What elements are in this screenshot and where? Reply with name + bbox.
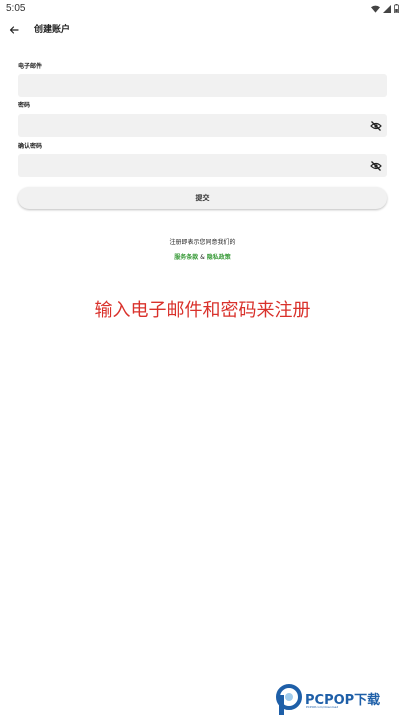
password-field[interactable] [18, 114, 387, 137]
submit-button[interactable]: 提交 [18, 187, 387, 209]
instruction-caption: 输入电子邮件和密码来注册 [94, 300, 311, 321]
password-label: 密码 [18, 102, 31, 109]
privacy-policy-link[interactable]: 隐私政策 [207, 254, 231, 261]
watermark-tagline: PCPOP.com/download [306, 705, 339, 709]
status-icons [371, 4, 399, 13]
password-visibility-toggle[interactable] [369, 119, 383, 133]
email-label: 电子邮件 [18, 63, 43, 70]
page-title: 创建账户 [34, 25, 71, 35]
signal-icon [383, 4, 391, 13]
eye-off-icon [370, 161, 382, 171]
app-bar: 创建账户 [0, 18, 405, 42]
confirm-password-field[interactable] [18, 154, 387, 177]
confirm-password-visibility-toggle[interactable] [369, 159, 383, 173]
status-bar: 5:05 [0, 0, 405, 17]
confirm-password-label: 确认密码 [18, 143, 43, 150]
wifi-icon [371, 5, 380, 13]
terms-of-service-link[interactable]: 服务条款 [174, 254, 198, 261]
terms-links: 服务条款 & 隐私政策 [0, 252, 405, 261]
email-field[interactable] [18, 74, 387, 97]
eye-off-icon [370, 121, 382, 131]
battery-icon [394, 4, 399, 13]
status-time: 5:05 [6, 3, 26, 14]
back-button[interactable] [6, 20, 22, 40]
pcpop-logo-icon [276, 684, 302, 715]
terms-notice: 注册即表示您同意我们的 [169, 239, 236, 246]
terms-separator: & [198, 254, 207, 261]
watermark-logo: PCPOP下载 PCPOP.com/download [275, 683, 399, 715]
arrow-back-icon [9, 26, 19, 34]
